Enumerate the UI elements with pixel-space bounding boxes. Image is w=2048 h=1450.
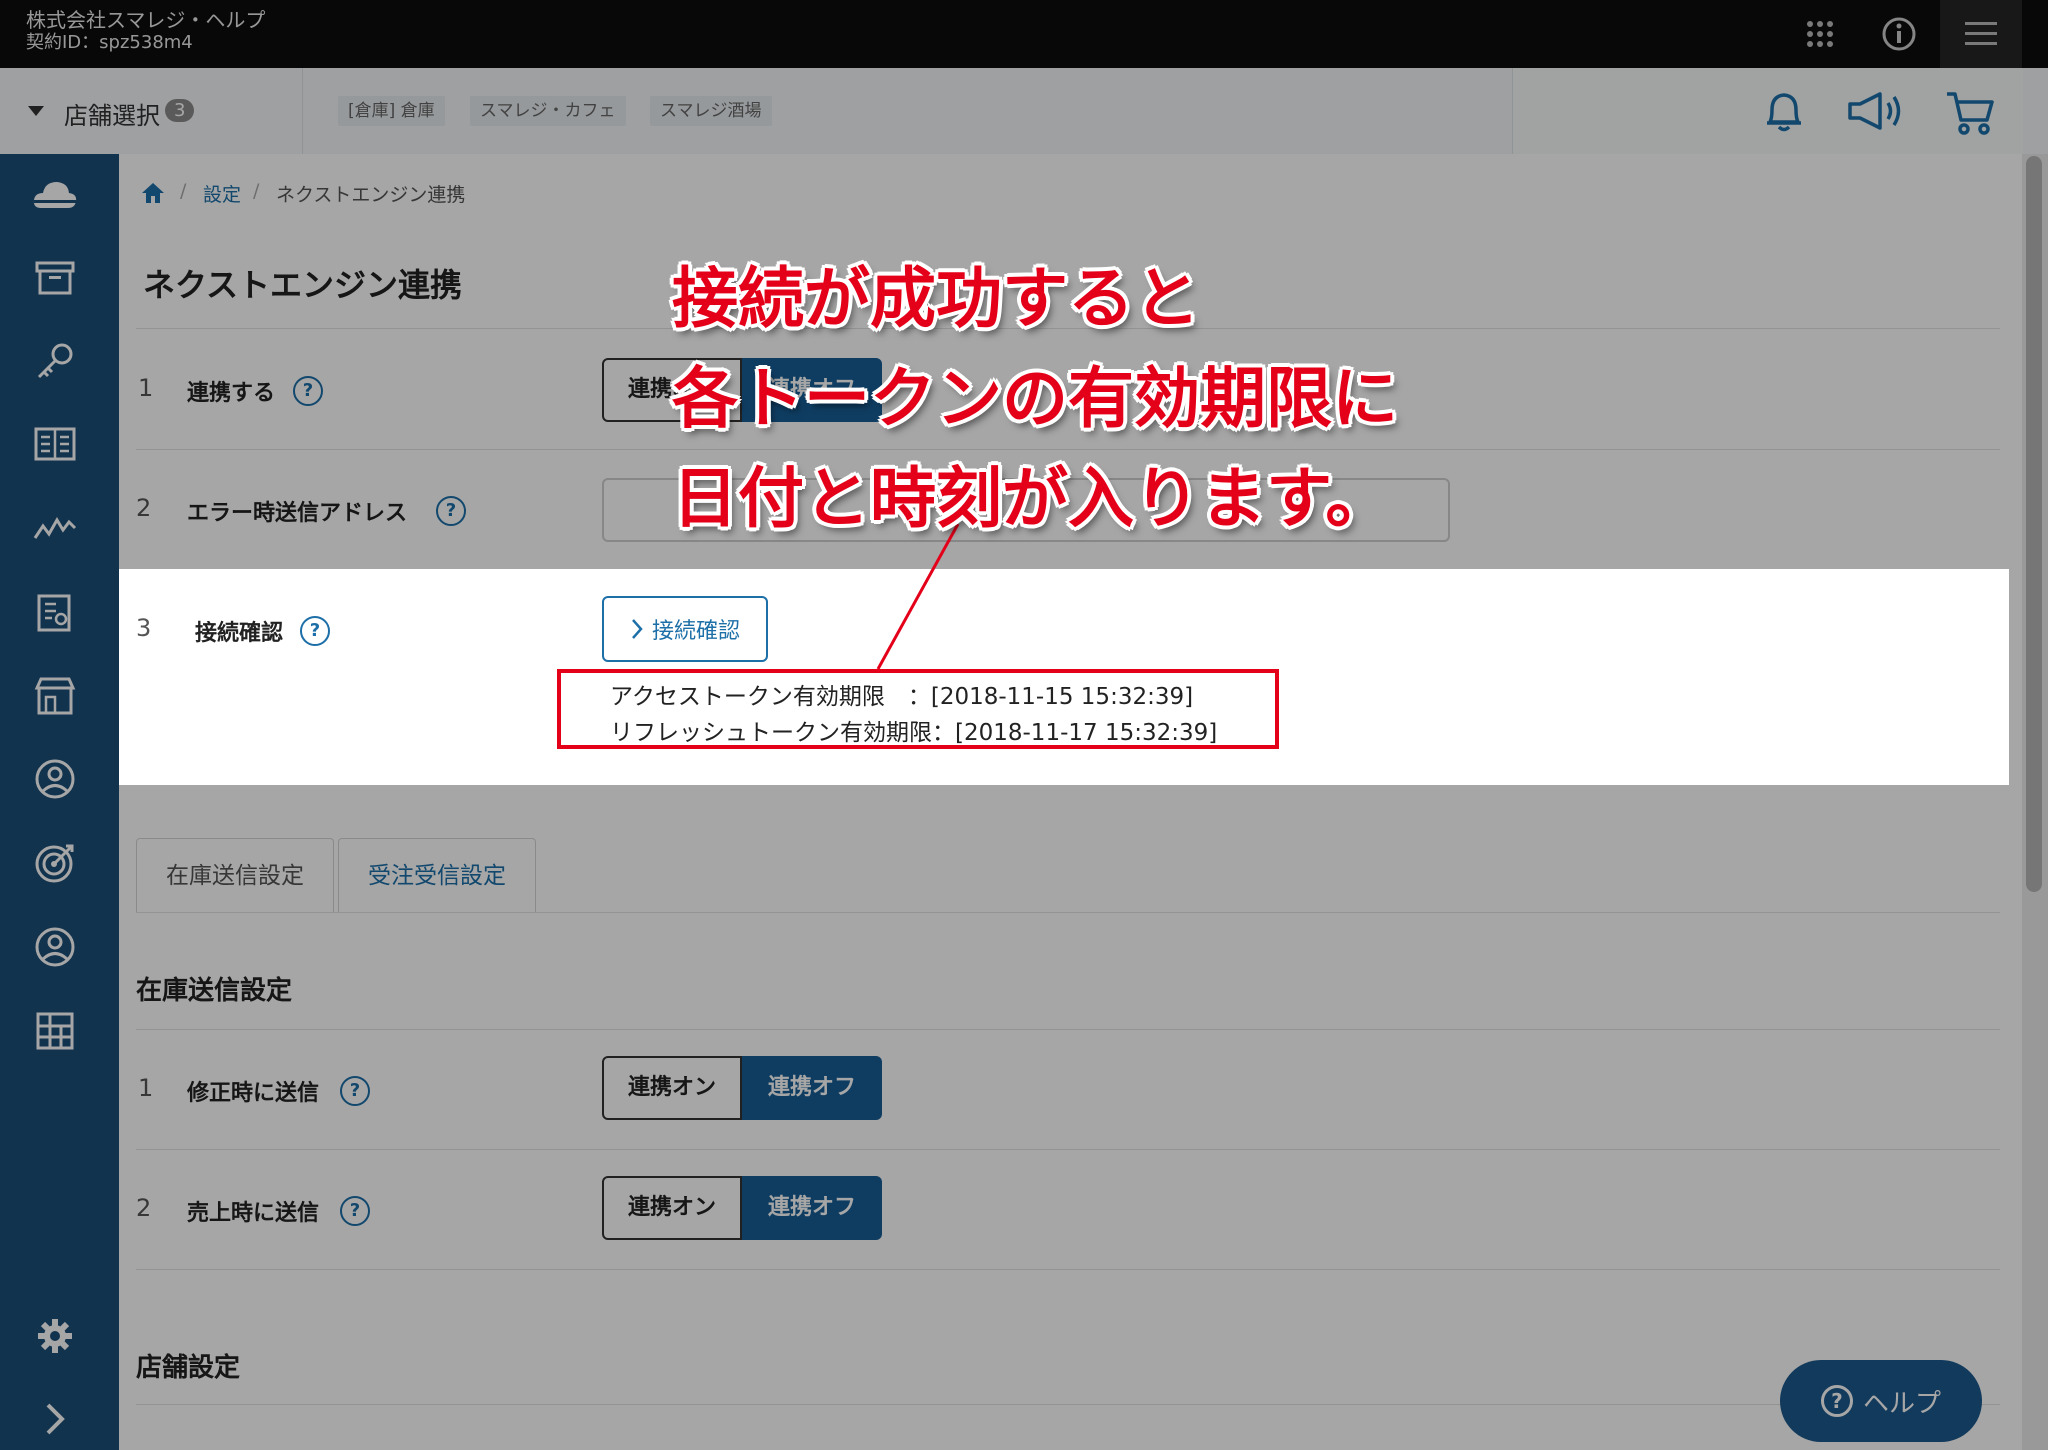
annotation-pointer-line <box>876 523 960 670</box>
annotation-text: 日付と時刻が入ります。 <box>672 460 1392 537</box>
annotation-text: 各トークンの有効期限に <box>672 360 1398 437</box>
annotation-text: 接続が成功すると <box>672 260 1200 337</box>
